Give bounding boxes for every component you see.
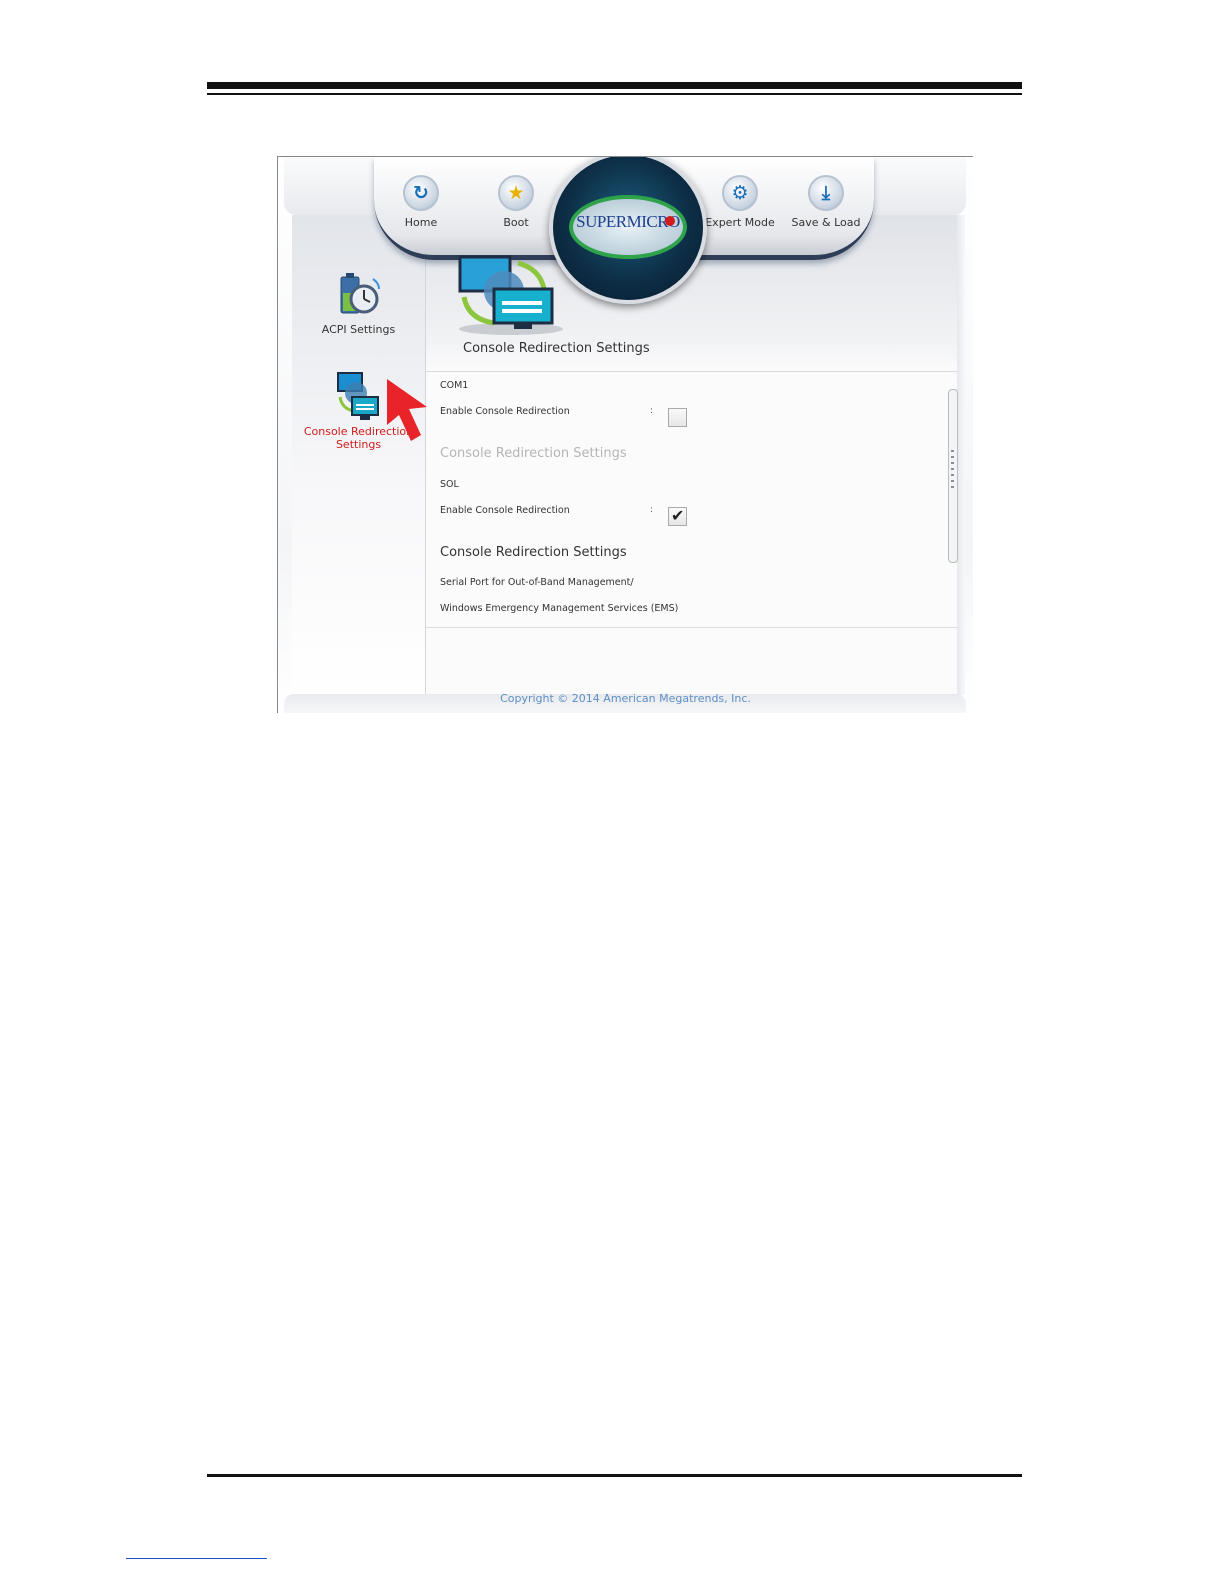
sol-enable-checkbox[interactable]: ✔ (668, 506, 687, 526)
content-divider (426, 627, 957, 628)
toolbar-boot-label: Boot (503, 216, 529, 229)
refresh-icon: ↻ (403, 175, 439, 211)
toolbar-save-load-button[interactable]: ⤓ Save & Load (786, 175, 866, 229)
page-title: Console Redirection Settings (463, 341, 650, 356)
bios-screenshot: ↻ Home ★ Boot ⚙ Expert Mode ⤓ Save & Loa… (277, 156, 973, 713)
toolbar-expert-mode-button[interactable]: ⚙ Expert Mode (700, 175, 780, 229)
toolbar-boot-button[interactable]: ★ Boot (476, 175, 556, 229)
star-icon: ★ (498, 175, 534, 211)
footnote-line (126, 1558, 267, 1559)
section-label-com1: COM1 (440, 380, 469, 391)
copyright-text: Copyright © 2014 American Megatrends, In… (500, 692, 751, 705)
com1-enable-label: Enable Console Redirection (440, 406, 570, 417)
right-frame-edge (957, 215, 965, 695)
monitors-icon (336, 372, 379, 420)
toolbar-home-label: Home (404, 216, 438, 229)
monitors-icon (458, 255, 563, 335)
ems-line-2: Windows Emergency Management Services (E… (440, 603, 679, 614)
sol-separator: : (650, 505, 654, 515)
com1-enable-checkbox[interactable] (668, 408, 687, 427)
annotation-arrow-icon (387, 379, 427, 441)
ems-line-1: Serial Port for Out-of-Band Management/ (440, 577, 634, 588)
scrollbar-grip (951, 450, 954, 490)
page-header-rule-thin (207, 93, 1022, 95)
settings-scrollbar[interactable] (948, 389, 958, 563)
checkmark-icon: ✔ (671, 506, 685, 525)
toolbar-home-button[interactable]: ↻ Home (381, 175, 461, 229)
toolbar-expert-mode-label: Expert Mode (705, 216, 775, 229)
gear-icon: ⚙ (722, 175, 758, 211)
sidebar-item-acpi-settings[interactable]: ACPI Settings (292, 269, 425, 336)
toolbar-save-load-label: Save & Load (791, 216, 861, 229)
logo-ring: SUPERMICRO (569, 195, 687, 259)
page-header-rule (207, 82, 1022, 89)
logo-dot (665, 216, 675, 226)
supermicro-logo: SUPERMICRO (549, 157, 707, 304)
com1-separator: : (650, 406, 654, 416)
page-footer-rule (207, 1474, 1022, 1477)
battery-clock-icon (340, 273, 380, 314)
com1-subsection-title: Console Redirection Settings (440, 446, 627, 461)
sidebar-item-label: ACPI Settings (321, 323, 396, 336)
sol-subsection-title: Console Redirection Settings (440, 545, 627, 560)
sol-enable-label: Enable Console Redirection (440, 505, 570, 516)
section-label-sol: SOL (440, 479, 459, 490)
download-icon: ⤓ (808, 175, 844, 211)
